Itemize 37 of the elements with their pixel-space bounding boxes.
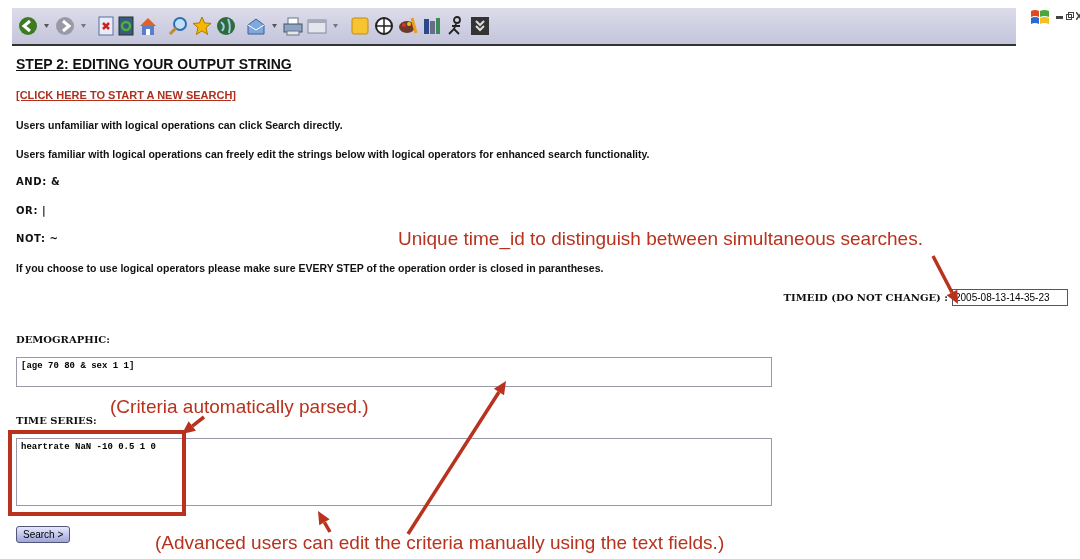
criteria-field[interactable]: heartrate NaN -10 0.5 1 0 <box>16 438 772 506</box>
field-label: DEMOGRAPHIC: <box>16 334 110 345</box>
field-label: TIME SERIES: <box>16 415 97 426</box>
instruction-text: If you choose to use logical operators please make sure EVERY STEP of the operation order is closed in parantheses. <box>16 260 605 275</box>
books-icon[interactable] <box>422 16 442 36</box>
operator-text: OR: | <box>16 203 47 218</box>
annotation-text: (Criteria automatically parsed.) <box>110 396 369 418</box>
instruction-text: Users familiar with logical operations can freely edit the strings below with logical operators for enhanced search functionality. <box>16 146 651 161</box>
search-icon[interactable] <box>168 16 188 36</box>
restore-icon[interactable] <box>1066 12 1074 20</box>
globe-icon[interactable] <box>216 16 236 36</box>
instruction-text: Users unfamiliar with logical operations can click Search directly. <box>16 118 344 132</box>
home-icon[interactable] <box>138 16 158 36</box>
stop-icon[interactable] <box>98 16 114 36</box>
back-icon[interactable] <box>18 16 38 36</box>
mail-icon[interactable] <box>246 16 266 36</box>
operator-text: AND: & <box>16 175 61 189</box>
star-icon[interactable] <box>192 16 212 36</box>
new-search-link[interactable]: [CLICK HERE TO START A NEW SEARCH] <box>16 89 236 101</box>
caret-icon[interactable] <box>272 24 277 28</box>
palette-icon[interactable] <box>398 16 418 36</box>
annotation-text: (Advanced users can edit the criteria manually using the text fields.) <box>155 532 725 554</box>
arrow <box>182 415 206 434</box>
timeid-label: TIMEID (DO NOT CHANGE) : <box>783 292 948 303</box>
page-heading: STEP 2: EDITING YOUR OUTPUT STRING <box>16 56 292 72</box>
caret-icon[interactable] <box>81 24 86 28</box>
operator-text: NOT: ~ <box>16 232 59 246</box>
criteria-field[interactable]: [age 70 80 & sex 1 1] <box>16 357 772 387</box>
forward-icon[interactable] <box>55 16 75 36</box>
scroll-down-icon[interactable] <box>470 16 490 36</box>
arrow <box>318 511 332 533</box>
caret-icon[interactable] <box>333 24 338 28</box>
annotation-text: Unique time_id to distinguish between simultaneous searches. <box>398 228 923 250</box>
timeid-field[interactable]: 2005-08-13-14-35-23 <box>952 289 1068 306</box>
search-button[interactable]: Search > <box>16 526 71 543</box>
caret-icon[interactable] <box>44 24 49 28</box>
printer-icon[interactable] <box>283 16 303 36</box>
